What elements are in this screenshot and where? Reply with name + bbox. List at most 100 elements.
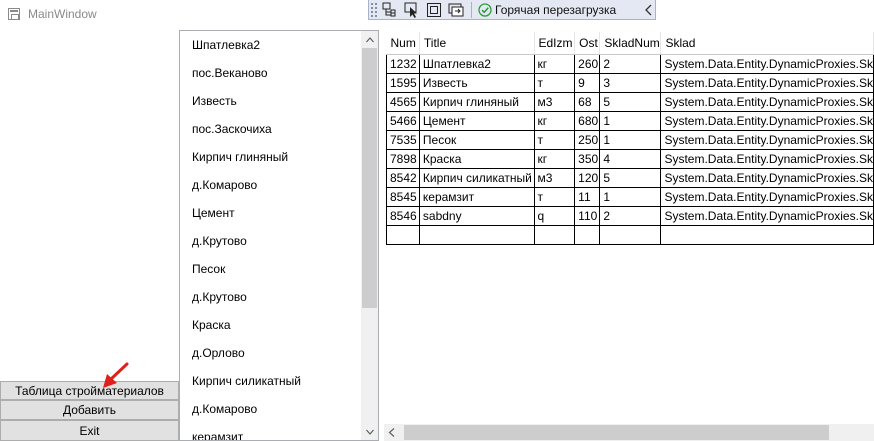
table-cell[interactable]: 68 <box>574 92 601 112</box>
list-item[interactable]: Краска <box>180 311 361 339</box>
table-cell[interactable]: Краска <box>419 149 535 169</box>
list-item[interactable]: д.Крутово <box>180 283 361 311</box>
table-cell[interactable]: 7898 <box>386 149 420 169</box>
table-row[interactable]: 5466 Цемент кг 680 1 System.Data.Entity.Dynam… <box>386 111 874 131</box>
table-row[interactable]: 7898 Краска кг 350 4 System.Data.Entity.Dynam… <box>386 149 874 169</box>
table-cell[interactable]: 11 <box>574 187 601 207</box>
list-item[interactable]: д.Крутово <box>180 227 361 255</box>
table-cell[interactable]: кг <box>534 53 576 74</box>
list-item[interactable]: Известь <box>180 87 361 115</box>
add-button[interactable]: Добавить <box>0 400 179 420</box>
list-item[interactable]: Кирпич глиняный <box>180 143 361 171</box>
toolbar-grip-icon[interactable] <box>370 1 378 18</box>
table-cell[interactable]: System.Data.Entity.DynamicProxies.Sk <box>660 206 874 226</box>
scroll-left-icon[interactable] <box>388 428 396 437</box>
display-layout-adorners-icon[interactable] <box>424 1 444 19</box>
table-cell[interactable]: 8542 <box>386 168 420 188</box>
table-row[interactable]: 8542 Кирпич силикатный м3 120 5 System.Data.E… <box>386 168 874 188</box>
hot-reload-button[interactable]: Горячая перезагрузка <box>475 1 619 19</box>
materials-datagrid[interactable]: Num Title EdIzm Ost SkladNum Sklad 1232 Шпатле… <box>384 32 874 441</box>
horizontal-scrollbar-thumb[interactable] <box>404 425 829 440</box>
scroll-down-icon[interactable] <box>361 423 378 440</box>
table-cell[interactable]: System.Data.Entity.DynamicProxies.Sk <box>660 73 874 93</box>
table-cell[interactable]: sabdny <box>419 206 535 226</box>
table-cell[interactable]: Песок <box>419 130 535 150</box>
scroll-up-icon[interactable] <box>361 31 378 48</box>
table-cell[interactable] <box>534 225 576 245</box>
list-item[interactable]: керамзит <box>180 423 361 440</box>
table-cell[interactable] <box>386 225 420 245</box>
table-cell[interactable]: м3 <box>534 92 576 112</box>
table-cell[interactable]: 8546 <box>386 206 420 226</box>
live-visual-tree-icon[interactable] <box>380 1 400 19</box>
table-row[interactable]: 4565 Кирпич глиняный м3 68 5 System.Data.Enti… <box>386 92 874 112</box>
table-cell[interactable]: System.Data.Entity.DynamicProxies.Sk <box>660 92 874 112</box>
table-cell[interactable]: 1 <box>599 111 662 131</box>
column-header[interactable]: SkladNum <box>599 32 662 55</box>
table-cell[interactable]: 1232 <box>386 53 420 74</box>
list-item[interactable]: Кирпич силикатный <box>180 367 361 395</box>
exit-button[interactable]: Exit <box>0 420 179 441</box>
table-cell[interactable]: 1595 <box>386 73 420 93</box>
table-row[interactable] <box>386 225 874 245</box>
list-item[interactable]: д.Комарово <box>180 171 361 199</box>
table-cell[interactable]: System.Data.Entity.DynamicProxies.Sk <box>660 149 874 169</box>
table-cell[interactable]: Цемент <box>419 111 535 131</box>
table-cell[interactable]: 5466 <box>386 111 420 131</box>
table-cell[interactable]: Известь <box>419 73 535 93</box>
table-cell[interactable]: System.Data.Entity.DynamicProxies.Sk <box>660 187 874 207</box>
table-cell[interactable]: кг <box>534 149 576 169</box>
table-cell[interactable]: 110 <box>574 206 601 226</box>
table-cell[interactable]: 1 <box>599 130 662 150</box>
scrollbar-thumb[interactable] <box>362 48 377 308</box>
table-cell[interactable]: 250 <box>574 130 601 150</box>
table-cell[interactable] <box>599 225 662 245</box>
table-cell[interactable]: 2 <box>599 206 662 226</box>
table-cell[interactable]: 3 <box>599 73 662 93</box>
table-cell[interactable]: Кирпич силикатный <box>419 168 535 188</box>
table-cell[interactable]: System.Data.Entity.DynamicProxies.Sk <box>660 168 874 188</box>
table-cell[interactable]: 7535 <box>386 130 420 150</box>
table-row[interactable]: 1232 Шпатлевка2 кг 260 2 System.Data.Entity.D… <box>386 53 874 74</box>
vertical-scrollbar[interactable] <box>361 31 378 440</box>
list-item[interactable]: Шпатлевка2 <box>180 31 361 59</box>
table-cell[interactable]: Шпатлевка2 <box>419 53 535 74</box>
column-header[interactable]: Ost <box>574 32 601 55</box>
table-cell[interactable]: 1 <box>599 187 662 207</box>
column-header[interactable]: Num <box>386 32 420 55</box>
table-cell[interactable] <box>419 225 535 245</box>
select-element-icon[interactable] <box>402 1 422 19</box>
table-cell[interactable] <box>660 225 874 245</box>
table-cell[interactable]: 680 <box>574 111 601 131</box>
table-cell[interactable]: Кирпич глиняный <box>419 92 535 112</box>
table-cell[interactable]: 5 <box>599 92 662 112</box>
table-cell[interactable]: 2 <box>599 53 662 74</box>
table-cell[interactable]: System.Data.Entity.DynamicProxies.Sk <box>660 111 874 131</box>
table-row[interactable]: 8546 sabdny q 110 2 System.Data.Entity.Dynami… <box>386 206 874 226</box>
table-cell[interactable]: 4 <box>599 149 662 169</box>
list-item[interactable]: пос.Заскочиха <box>180 115 361 143</box>
table-cell[interactable]: кг <box>534 111 576 131</box>
horizontal-scrollbar[interactable] <box>384 424 874 441</box>
table-cell[interactable]: 350 <box>574 149 601 169</box>
table-cell[interactable]: 8545 <box>386 187 420 207</box>
table-row[interactable]: 8545 керамзит т 11 1 System.Data.Entity.Dynam… <box>386 187 874 207</box>
list-item[interactable]: Цемент <box>180 199 361 227</box>
materials-listbox[interactable]: Шпатлевка2 пос.Веканово Известь пос.Заскочи… <box>179 30 379 441</box>
list-item[interactable]: пос.Веканово <box>180 59 361 87</box>
table-cell[interactable]: 9 <box>574 73 601 93</box>
table-cell[interactable]: т <box>534 130 576 150</box>
list-item[interactable]: Песок <box>180 255 361 283</box>
table-cell[interactable] <box>574 225 601 245</box>
list-item[interactable]: д.Орлово <box>180 339 361 367</box>
table-cell[interactable]: м3 <box>534 168 576 188</box>
column-header[interactable]: EdIzm <box>534 32 576 55</box>
table-row[interactable]: 7535 Песок т 250 1 System.Data.Entity.Dynamic… <box>386 130 874 150</box>
table-row[interactable]: 1595 Известь т 9 3 System.Data.Entity.Dynamic… <box>386 73 874 93</box>
table-cell[interactable]: System.Data.Entity.DynamicProxies.Sk <box>660 53 874 74</box>
materials-table-button[interactable]: Таблица стройматериалов <box>0 381 179 400</box>
track-focus-icon[interactable] <box>446 1 466 19</box>
table-cell[interactable]: т <box>534 73 576 93</box>
column-header[interactable]: Title <box>419 32 535 55</box>
table-cell[interactable]: 4565 <box>386 92 420 112</box>
